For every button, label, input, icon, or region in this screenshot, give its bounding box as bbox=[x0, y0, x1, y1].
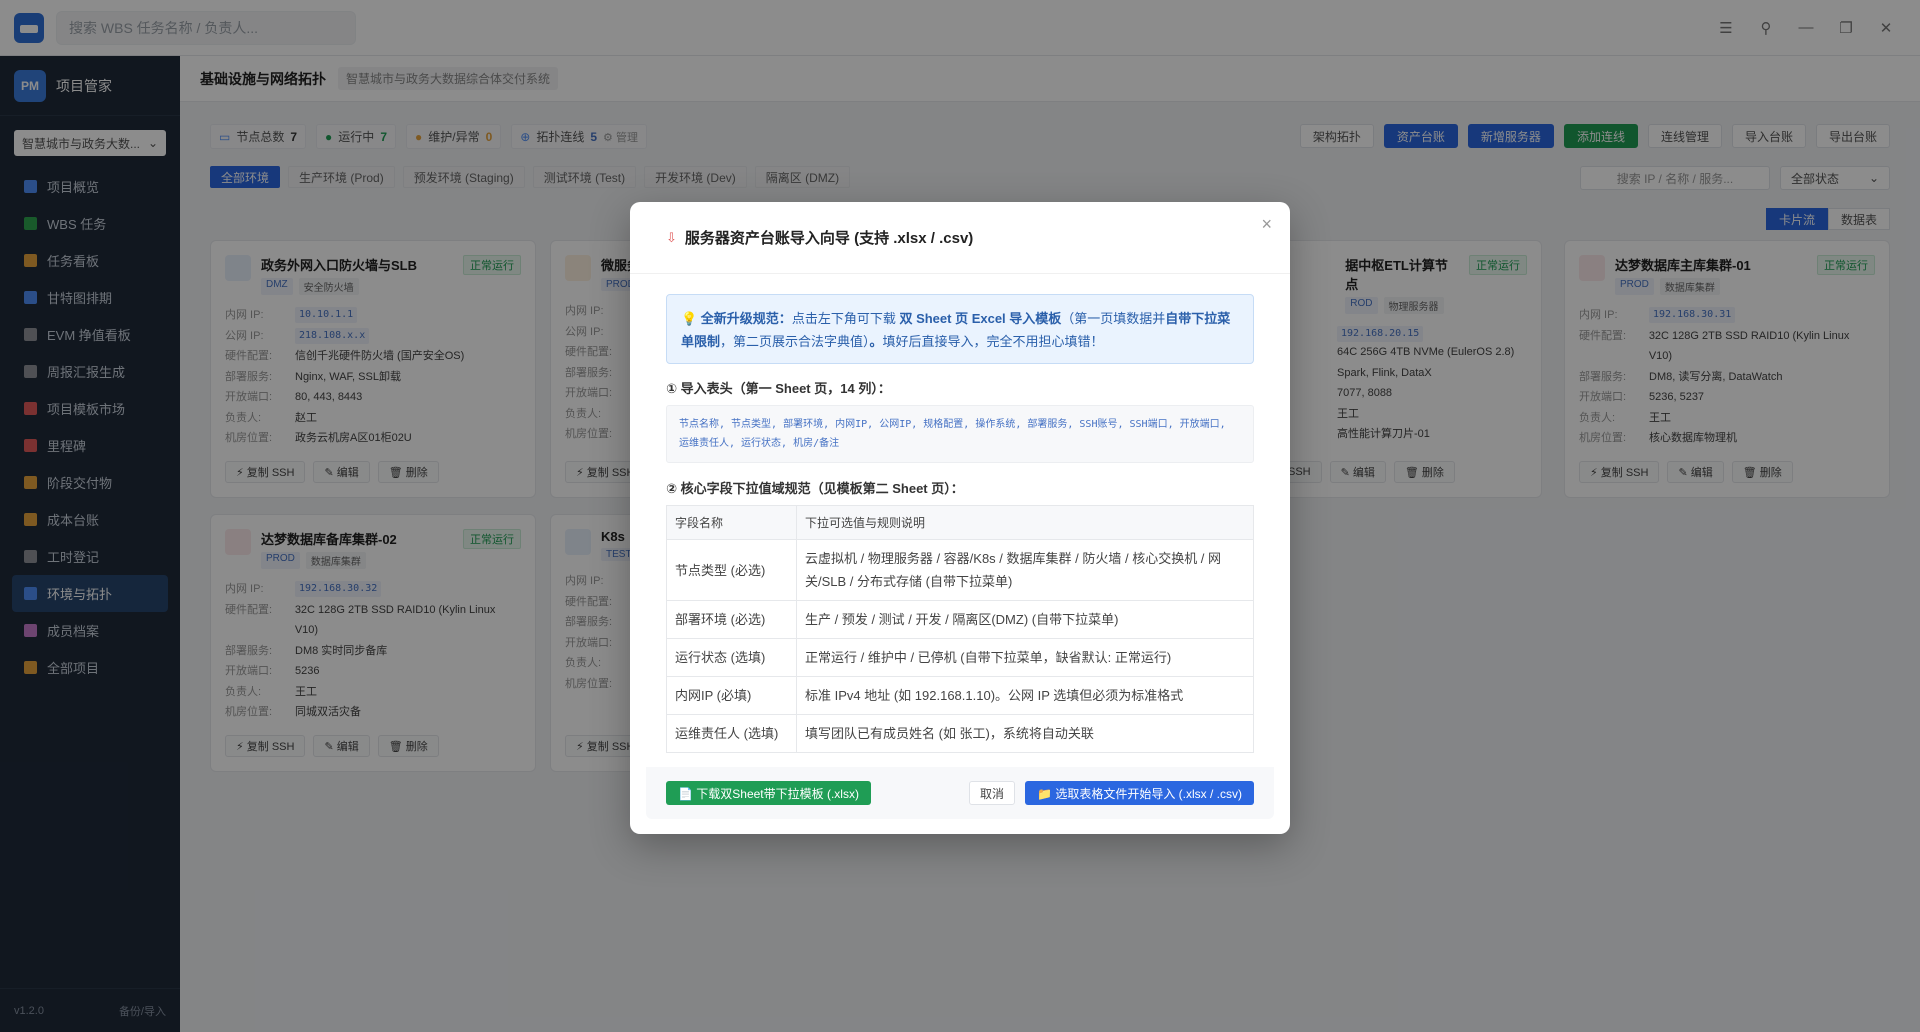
notice-bold: 双 Sheet 页 Excel 导入模板 bbox=[899, 311, 1062, 326]
column-header: 下拉可选值与规则说明 bbox=[796, 505, 1254, 540]
modal-title: 服务器资产台账导入向导 (支持 .xlsx / .csv) bbox=[684, 230, 974, 247]
table-row: 部署环境 (必选) 生产 / 预发 / 测试 / 开发 / 隔离区(DMZ) (自… bbox=[666, 600, 1254, 639]
import-wizard-modal: ⇩ 服务器资产台账导入向导 (支持 .xlsx / .csv) × 💡 全新升级… bbox=[630, 202, 1290, 834]
table-row: 运维责任人 (选填) 填写团队已有成员姓名 (如 张工)，系统将自动关联 bbox=[666, 714, 1254, 753]
notice-text: （第一页填数据并 bbox=[1061, 311, 1166, 326]
field-rules-table: 字段名称 下拉可选值与规则说明 节点类型 (必选) 云虚拟机 / 物理服务器 / … bbox=[666, 505, 1254, 753]
close-icon[interactable]: × bbox=[1261, 214, 1272, 235]
field-name-cell: 内网IP (必填) bbox=[666, 676, 797, 715]
table-row: 内网IP (必填) 标准 IPv4 地址 (如 192.168.1.10)。公网 … bbox=[666, 676, 1254, 715]
notice-bold: 。 bbox=[869, 334, 883, 349]
table-row: 节点类型 (必选) 云虚拟机 / 物理服务器 / 容器/K8s / 数据库集群 /… bbox=[666, 539, 1254, 601]
notice-text: 填好后直接导入，完全不用担心填错！ bbox=[882, 334, 1104, 349]
field-name-cell: 运行状态 (选填) bbox=[666, 638, 797, 677]
modal-header: ⇩ 服务器资产台账导入向导 (支持 .xlsx / .csv) bbox=[630, 202, 1290, 274]
field-rule-cell: 标准 IPv4 地址 (如 192.168.1.10)。公网 IP 选填但必须为… bbox=[796, 676, 1254, 715]
import-headers-list: 节点名称, 节点类型, 部署环境, 内网IP, 公网IP, 规格配置, 操作系统… bbox=[666, 405, 1254, 463]
download-template-button[interactable]: 📄 下载双Sheet带下拉模板 (.xlsx) bbox=[666, 781, 871, 805]
field-name-cell: 节点类型 (必选) bbox=[666, 539, 797, 601]
field-rule-cell: 填写团队已有成员姓名 (如 张工)，系统将自动关联 bbox=[796, 714, 1254, 753]
field-rule-cell: 生产 / 预发 / 测试 / 开发 / 隔离区(DMZ) (自带下拉菜单) bbox=[796, 600, 1254, 639]
section-rules-title: ② 核心字段下拉值域规范（见模板第二 Sheet 页）： bbox=[666, 481, 964, 496]
import-icon: ⇩ bbox=[666, 229, 677, 245]
notice-text: ，第二页展示合法字典值） bbox=[720, 334, 870, 349]
table-header-row: 字段名称 下拉可选值与规则说明 bbox=[666, 505, 1254, 540]
column-header: 字段名称 bbox=[666, 505, 797, 540]
cancel-button[interactable]: 取消 bbox=[969, 781, 1016, 805]
modal-footer: 📄 下载双Sheet带下拉模板 (.xlsx) 取消 📁 选取表格文件开始导入 … bbox=[646, 767, 1274, 819]
select-file-import-button[interactable]: 📁 选取表格文件开始导入 (.xlsx / .csv) bbox=[1025, 781, 1254, 805]
table-row: 运行状态 (选填) 正常运行 / 维护中 / 已停机 (自带下拉菜单，缺省默认: … bbox=[666, 638, 1254, 677]
upgrade-notice: 💡 全新升级规范：点击左下角可下载 双 Sheet 页 Excel 导入模板（第… bbox=[666, 294, 1254, 364]
notice-text: 点击左下角可下载 bbox=[791, 311, 896, 326]
section-headers-title: ① 导入表头（第一 Sheet 页，14 列）： bbox=[666, 381, 891, 396]
field-rule-cell: 云虚拟机 / 物理服务器 / 容器/K8s / 数据库集群 / 防火墙 / 核心… bbox=[796, 539, 1254, 601]
field-name-cell: 运维责任人 (选填) bbox=[666, 714, 797, 753]
notice-lead: 💡 全新升级规范： bbox=[681, 311, 792, 326]
field-rule-cell: 正常运行 / 维护中 / 已停机 (自带下拉菜单，缺省默认: 正常运行) bbox=[796, 638, 1254, 677]
field-name-cell: 部署环境 (必选) bbox=[666, 600, 797, 639]
